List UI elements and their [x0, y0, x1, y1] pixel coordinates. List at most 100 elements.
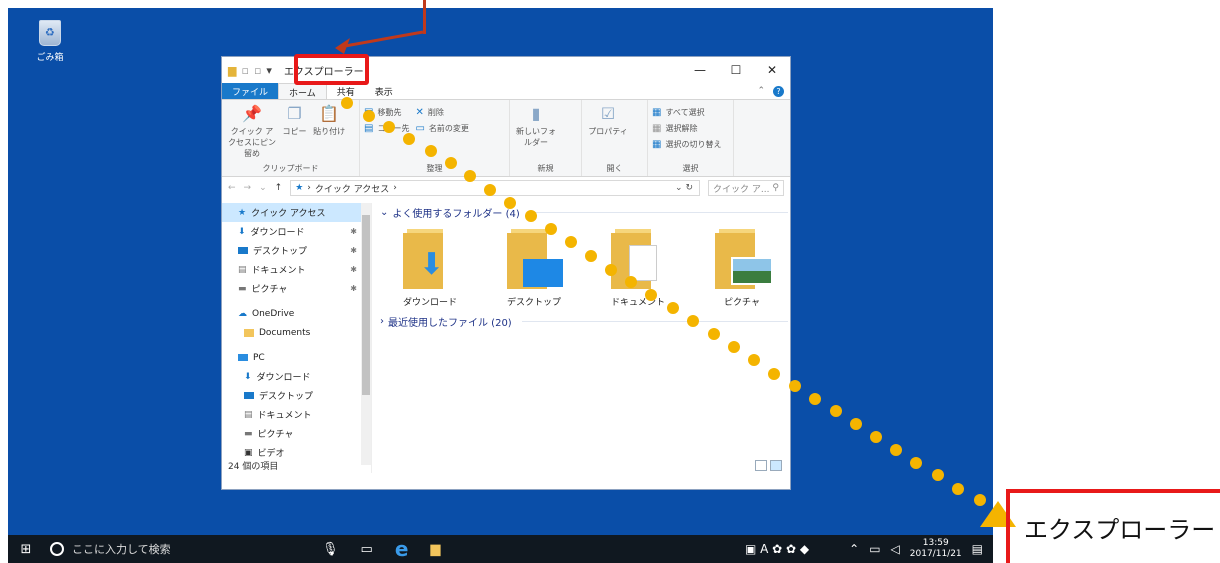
recycle-bin[interactable]: ごみ箱 — [30, 20, 70, 63]
new-folder-icon: ▮ — [531, 104, 541, 123]
volume-icon[interactable]: ◁ — [891, 542, 900, 556]
section-recent-files[interactable]: › 最近使用したファイル (20) — [380, 312, 788, 330]
folder-label: ダウンロード — [402, 298, 457, 308]
move-to-button[interactable]: ▤ 移動先 — [364, 104, 409, 120]
cortana-icon — [50, 542, 64, 556]
callout-label: エクスプローラー — [1024, 516, 1216, 544]
copy-label: コピー — [282, 127, 307, 136]
section-header: 最近使用したファイル (20) — [388, 317, 512, 329]
history-dropdown-icon[interactable]: ⌄ — [259, 183, 267, 193]
paste-button[interactable]: 📋 貼り付け — [313, 104, 345, 137]
recycle-bin-icon — [39, 20, 61, 46]
back-icon[interactable]: ← — [228, 183, 236, 193]
nav-item-documents[interactable]: ▤ ドキュメント ✱ — [222, 260, 371, 279]
nav-item-pc-downloads[interactable]: ⬇ ダウンロード — [222, 367, 371, 386]
item-count: 24 個の項目 — [228, 461, 279, 472]
section-frequent-folders[interactable]: ⌄ よく使用するフォルダー (4) — [380, 203, 788, 221]
nav-scrollbar[interactable] — [361, 203, 371, 465]
folder-item-documents[interactable]: ドキュメント — [600, 229, 676, 308]
task-view-icon[interactable]: ▭ — [361, 542, 373, 557]
picture-icon — [731, 257, 773, 285]
folder-icon: ▆ — [228, 63, 237, 77]
move-to-label: 移動先 — [377, 107, 402, 117]
taskbar-search[interactable]: ここに入力して検索 — [44, 535, 244, 563]
navigation-pane: ★ クイック アクセス ⬇ ダウンロード ✱ デスクトップ ✱ ▤ ドキュメント ✱ ▬ ピク… — [222, 203, 372, 473]
forward-icon[interactable]: → — [244, 183, 252, 193]
ribbon-tabs: ファイル ホーム 共有 表示 ⌃ ? — [222, 83, 790, 99]
folder-item-downloads[interactable]: ⬇ ダウンロード — [392, 229, 468, 308]
address-bar[interactable]: ★ › クイック アクセス › ⌄ ↻ — [290, 180, 700, 196]
ribbon-group-new: ▮ 新しいフォルダー 新規 — [510, 100, 582, 176]
address-dropdown-icon[interactable]: ⌄ ↻ — [675, 183, 699, 193]
nav-label: ドキュメント — [257, 411, 312, 421]
copy-to-button[interactable]: ▤ コピー先 — [364, 120, 409, 136]
stage: ごみ箱 ▆ ▫ ▫ ▾ エクスプローラー — ☐ ✕ ファイル ホーム 共有 表… — [0, 0, 1220, 563]
rename-button[interactable]: ▭ 名前の変更 — [415, 120, 468, 136]
folder-item-desktop[interactable]: デスクトップ — [496, 229, 572, 308]
up-icon[interactable]: ↑ — [275, 183, 283, 193]
pin-icon: ✱ — [350, 227, 357, 236]
notification-icon[interactable]: ▤ — [972, 542, 983, 556]
tab-view[interactable]: 表示 — [365, 83, 403, 99]
minimize-button[interactable]: — — [682, 57, 718, 83]
copy-to-icon: ▤ — [364, 122, 374, 134]
delete-icon: ✕ — [415, 106, 424, 118]
help-icon[interactable]: ? — [773, 85, 784, 97]
select-none-button[interactable]: ▦ 選択解除 — [652, 120, 729, 136]
nav-item-pictures[interactable]: ▬ ピクチャ ✱ — [222, 279, 371, 298]
tab-home[interactable]: ホーム — [278, 83, 327, 99]
pictures-icon: ▬ — [244, 428, 253, 439]
group-label-organize: 整理 — [426, 164, 443, 173]
details-view-icon[interactable] — [755, 459, 767, 471]
network-icon[interactable]: ▭ — [869, 542, 880, 556]
search-placeholder: クイック ア... — [713, 184, 770, 195]
nav-item-pc-documents[interactable]: ▤ ドキュメント — [222, 405, 371, 424]
tab-share[interactable]: 共有 — [327, 83, 365, 99]
folder-item-pictures[interactable]: ピクチャ — [704, 229, 780, 308]
new-folder-button[interactable]: ▮ 新しいフォルダー — [516, 104, 556, 148]
search-input[interactable]: クイック ア... ⚲ — [708, 180, 784, 196]
copy-button[interactable]: ❐ コピー — [283, 104, 307, 137]
nav-item-quick-access[interactable]: ★ クイック アクセス — [222, 203, 371, 222]
edge-icon[interactable]: e — [395, 537, 409, 561]
tray-overflow-icon[interactable]: ⌃ — [849, 542, 859, 556]
nav-item-downloads[interactable]: ⬇ ダウンロード ✱ — [222, 222, 371, 241]
content-pane: ⌄ よく使用するフォルダー (4) ⬇ ダウンロード デスクトップ ドキュメント… — [380, 203, 788, 473]
start-button[interactable]: ⊞ — [8, 535, 44, 563]
microphone-icon[interactable]: 🎙 — [322, 542, 339, 557]
pin-quick-access-button[interactable]: 📌 クイック アクセスにピン留め — [228, 104, 276, 159]
pin-icon: ✱ — [350, 284, 357, 293]
close-button[interactable]: ✕ — [754, 57, 790, 83]
invert-selection-button[interactable]: ▦ 選択の切り替え — [652, 136, 729, 152]
select-all-button[interactable]: ▦ すべて選択 — [652, 104, 729, 120]
nav-label: クイック アクセス — [251, 209, 326, 219]
nav-item-pc-pictures[interactable]: ▬ ピクチャ — [222, 424, 371, 443]
tray-app-icons[interactable]: ▣ A ✿ ✿ ◆ — [745, 542, 809, 556]
maximize-button[interactable]: ☐ — [718, 57, 754, 83]
clock[interactable]: 13:59 2017/11/21 — [910, 538, 962, 560]
clock-date: 2017/11/21 — [909, 549, 962, 559]
address-path: クイック アクセス — [314, 184, 390, 195]
nav-item-pc[interactable]: PC — [222, 348, 371, 367]
nav-item-onedrive[interactable]: ☁ OneDrive — [222, 304, 371, 323]
search-icon: ⚲ — [772, 183, 779, 193]
desktop-screen-icon — [523, 259, 563, 287]
properties-icon[interactable]: ▫ — [241, 64, 248, 77]
nav-label: ダウンロード — [256, 373, 311, 383]
tab-file[interactable]: ファイル — [222, 83, 279, 99]
delete-button[interactable]: ✕ 削除 — [415, 104, 468, 120]
qat-dropdown-icon[interactable]: ▾ — [266, 64, 272, 77]
collapse-ribbon-icon[interactable]: ⌃ — [757, 86, 765, 96]
large-icons-view-icon[interactable] — [770, 459, 782, 471]
copy-icon: ❐ — [287, 104, 302, 123]
select-none-label: 選択解除 — [665, 123, 698, 133]
nav-item-desktop[interactable]: デスクトップ ✱ — [222, 241, 371, 260]
properties-button[interactable]: ☑ プロパティ — [588, 104, 628, 137]
nav-scroll-thumb[interactable] — [362, 215, 370, 395]
file-explorer-icon[interactable]: ▆ — [430, 542, 440, 557]
video-icon: ▣ — [244, 447, 253, 458]
new-folder-icon[interactable]: ▫ — [254, 64, 261, 77]
nav-item-pc-desktop[interactable]: デスクトップ — [222, 386, 371, 405]
nav-item-od-documents[interactable]: Documents — [222, 323, 371, 342]
recycle-bin-label: ごみ箱 — [36, 53, 64, 63]
